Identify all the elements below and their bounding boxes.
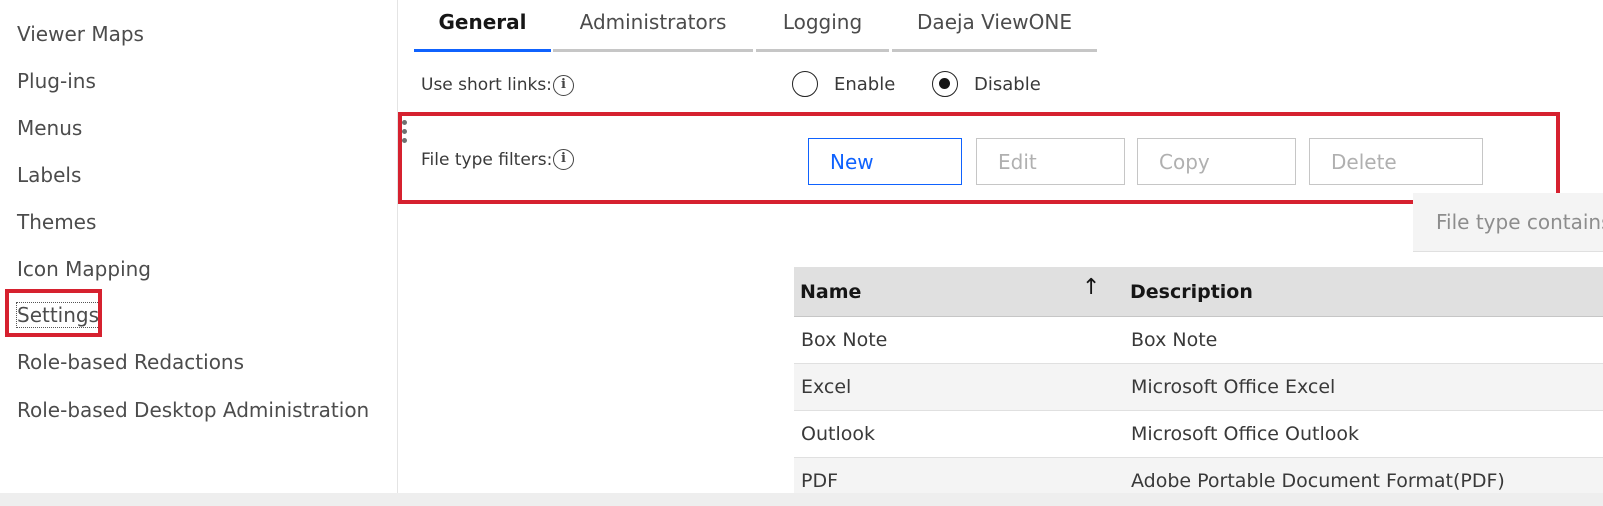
row-name: PDF (801, 470, 839, 492)
column-header-description[interactable]: Description (1130, 281, 1253, 303)
sidebar-item-labels[interactable]: Labels (17, 163, 81, 187)
new-button[interactable]: New (808, 138, 962, 185)
sidebar-item-plugins[interactable]: Plug-ins (17, 69, 96, 93)
admin-sidebar: Viewer Maps Plug-ins Menus Labels Themes… (0, 0, 398, 493)
column-header-name[interactable]: Name (800, 281, 861, 303)
edit-button[interactable]: Edit (976, 138, 1125, 185)
info-icon[interactable]: i (553, 149, 574, 170)
file-type-filters-label: File type filters: (421, 150, 553, 170)
file-type-filter-input[interactable]: File type contains (1413, 193, 1603, 252)
sidebar-item-menus[interactable]: Menus (17, 116, 82, 140)
sidebar-item-viewer-maps[interactable]: Viewer Maps (17, 22, 144, 46)
tab-logging[interactable]: Logging (756, 0, 889, 52)
disable-radio[interactable] (932, 71, 958, 97)
drag-handle-icon[interactable] (402, 120, 408, 146)
arrow-up-icon[interactable]: ↑ (1082, 275, 1100, 300)
delete-button[interactable]: Delete (1309, 138, 1483, 185)
table-row[interactable]: Excel Microsoft Office Excel (794, 364, 1603, 411)
row-description: Microsoft Office Excel (1131, 376, 1336, 398)
sidebar-item-role-based-redactions[interactable]: Role-based Redactions (17, 350, 244, 374)
row-name: Excel (801, 376, 852, 398)
table-header: Name ↑ Description (794, 267, 1603, 317)
copy-button[interactable]: Copy (1137, 138, 1296, 185)
enable-radio-label: Enable (834, 74, 896, 95)
row-description: Microsoft Office Outlook (1131, 423, 1359, 445)
tab-administrators[interactable]: Administrators (553, 0, 753, 52)
table-row[interactable]: Box Note Box Note (794, 317, 1603, 364)
tab-daeja-viewone[interactable]: Daeja ViewONE (892, 0, 1097, 52)
row-name: Box Note (801, 329, 888, 351)
disable-radio-label: Disable (974, 74, 1041, 95)
sidebar-item-themes[interactable]: Themes (17, 210, 96, 234)
row-description: Box Note (1131, 329, 1218, 351)
table-row[interactable]: Outlook Microsoft Office Outlook (794, 411, 1603, 458)
sidebar-item-icon-mapping[interactable]: Icon Mapping (17, 257, 151, 281)
sidebar-item-role-based-desktop-administration[interactable]: Role-based Desktop Administration (17, 398, 369, 422)
row-description: Adobe Portable Document Format(PDF) (1131, 470, 1505, 492)
horizontal-scrollbar[interactable] (0, 493, 1603, 506)
info-icon[interactable]: i (553, 75, 574, 96)
highlight-box-settings (5, 289, 102, 337)
short-links-label: Use short links: (421, 75, 552, 95)
row-name: Outlook (801, 423, 875, 445)
tab-general[interactable]: General (414, 0, 551, 52)
enable-radio[interactable] (792, 71, 818, 97)
